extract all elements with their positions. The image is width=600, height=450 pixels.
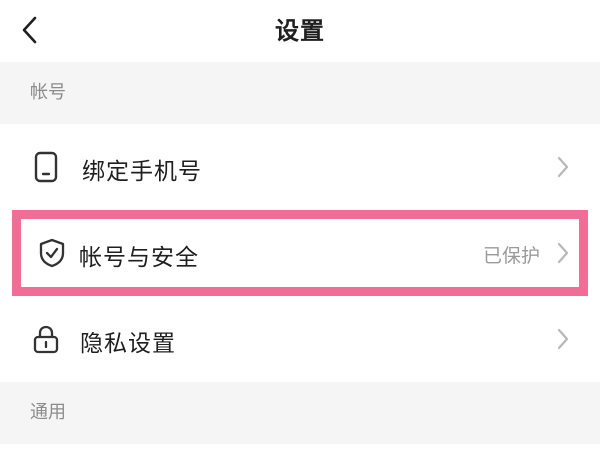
phone-icon — [30, 151, 62, 183]
chevron-right-icon — [553, 239, 573, 267]
section-header-general: 通用 — [0, 382, 600, 444]
settings-row-account-security-wrapper: 帐号与安全 已保护 — [0, 210, 600, 296]
row-label-account-security: 帐号与安全 — [79, 245, 199, 271]
section-header-account: 帐号 — [0, 62, 600, 124]
shield-check-icon — [36, 237, 68, 269]
next-row-edge — [0, 444, 600, 450]
status-protected: 已保护 — [483, 245, 541, 267]
settings-row-privacy[interactable]: 隐私设置 — [0, 296, 600, 382]
row-label-bind-phone: 绑定手机号 — [82, 159, 202, 185]
settings-row-bind-phone[interactable]: 绑定手机号 — [0, 124, 600, 210]
page-title: 设置 — [275, 17, 325, 45]
settings-screen: 设置 帐号 绑定手机号 帐号与安全 已保护 隐私设置 通用 — [0, 0, 600, 450]
chevron-right-icon — [553, 153, 573, 181]
row-label-privacy: 隐私设置 — [80, 331, 176, 357]
settings-row-account-security[interactable]: 帐号与安全 已保护 — [12, 210, 588, 296]
lock-icon — [30, 323, 62, 355]
chevron-right-icon — [553, 325, 573, 353]
top-nav-bar: 设置 — [0, 0, 600, 62]
